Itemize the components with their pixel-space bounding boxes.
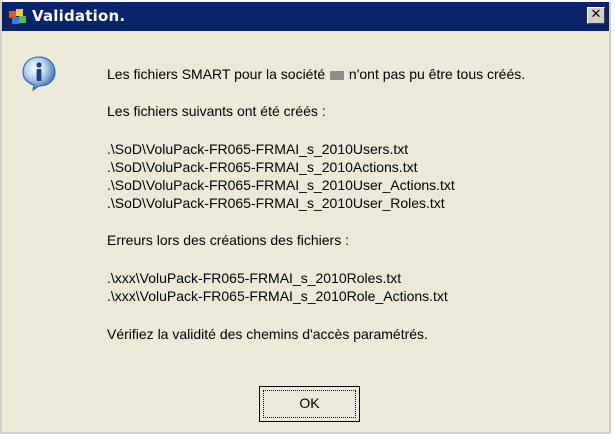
- created-file-line: .\SoD\VoluPack-FR065-FRMAI_s_2010User_Ro…: [107, 195, 445, 211]
- errors-header: Erreurs lors des créations des fichiers …: [107, 232, 349, 248]
- created-file-line: .\SoD\VoluPack-FR065-FRMAI_s_2010User_Ac…: [107, 177, 455, 193]
- created-files-header: Les fichiers suivants ont été créés :: [107, 103, 326, 119]
- close-button[interactable]: ✕: [587, 7, 605, 24]
- footer-message: Vérifiez la validité des chemins d'accès…: [107, 326, 428, 342]
- message-summary-after: n'ont pas pu être tous créés.: [348, 66, 526, 82]
- info-icon: [22, 56, 56, 91]
- app-icon: [9, 9, 26, 24]
- validation-dialog: Validation. ✕ Les fichiers SMART pour la…: [0, 2, 611, 434]
- ok-button[interactable]: OK: [259, 386, 360, 422]
- created-file-line: .\SoD\VoluPack-FR065-FRMAI_s_2010Users.t…: [107, 141, 409, 157]
- error-file-line: .\xxx\VoluPack-FR065-FRMAI_s_2010Roles.t…: [107, 270, 402, 286]
- redacted-company: [330, 70, 345, 80]
- error-file-line: .\xxx\VoluPack-FR065-FRMAI_s_2010Role_Ac…: [107, 288, 448, 304]
- title-bar[interactable]: Validation. ✕: [2, 2, 609, 31]
- created-file-line: .\SoD\VoluPack-FR065-FRMAI_s_2010Actions…: [107, 159, 418, 175]
- message-summary: Les fichiers SMART pour la société n'ont…: [107, 66, 525, 82]
- window-title: Validation.: [32, 7, 126, 25]
- message-summary-before: Les fichiers SMART pour la société: [107, 66, 326, 82]
- close-icon: ✕: [590, 7, 602, 22]
